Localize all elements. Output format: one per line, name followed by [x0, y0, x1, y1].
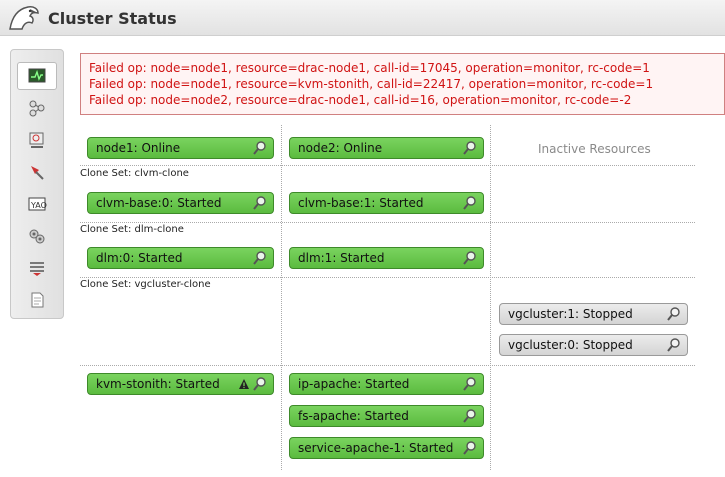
configuration-tool[interactable]	[17, 222, 57, 250]
magnifier-icon[interactable]	[666, 337, 682, 353]
resource-label: vgcluster:1: Stopped	[508, 307, 633, 321]
row-divider	[80, 222, 695, 223]
error-message: Failed op: node=node1, resource=kvm-ston…	[89, 77, 654, 91]
resource-dlm-1[interactable]: dlm:1: Started	[289, 247, 484, 269]
resource-label: fs-apache: Started	[298, 409, 409, 423]
column-divider	[490, 125, 491, 470]
document-tool[interactable]	[17, 286, 57, 314]
magnifier-icon[interactable]	[252, 195, 268, 211]
column-divider	[281, 125, 282, 470]
magnifier-icon[interactable]	[462, 195, 478, 211]
side-toolbar: YAO	[10, 49, 64, 319]
page-title: Cluster Status	[48, 9, 177, 28]
magnifier-icon[interactable]	[462, 250, 478, 266]
resource-label: kvm-stonith: Started	[96, 377, 220, 391]
magnifier-icon[interactable]	[252, 140, 268, 156]
error-message: Failed op: node=node2, resource=drac-nod…	[89, 93, 632, 107]
document-icon	[31, 292, 44, 308]
constraints-icon: YAO	[28, 197, 47, 211]
nodes-tool[interactable]	[17, 126, 57, 154]
magnifier-icon[interactable]	[462, 376, 478, 392]
row-divider	[80, 165, 695, 166]
resource-label: dlm:1: Started	[298, 251, 385, 265]
error-message: Failed op: node=node1, resource=drac-nod…	[89, 61, 650, 75]
history-tool[interactable]	[17, 254, 57, 282]
nodes-icon	[29, 132, 44, 148]
resource-label: vgcluster:0: Stopped	[508, 338, 633, 352]
resource-label: dlm:0: Started	[96, 251, 183, 265]
resource-vgcluster-1[interactable]: vgcluster:1: Stopped	[499, 303, 688, 325]
resource-label: clvm-base:1: Started	[298, 196, 424, 210]
graph-icon	[29, 100, 45, 117]
magnifier-icon[interactable]	[462, 140, 478, 156]
configuration-icon	[29, 229, 45, 244]
clone-set-label: Clone Set: clvm-clone	[80, 168, 189, 179]
resource-label: clvm-base:0: Started	[96, 196, 222, 210]
magnifier-icon[interactable]	[462, 440, 478, 456]
warning-icon	[239, 379, 249, 389]
graph-tool[interactable]	[17, 94, 57, 122]
node-label: node2: Online	[298, 141, 383, 155]
row-divider	[80, 277, 695, 278]
hawk-logo-icon	[9, 6, 39, 30]
app-header: Cluster Status	[0, 0, 725, 36]
clone-set-label: Clone Set: dlm-clone	[80, 224, 184, 235]
magnifier-icon[interactable]	[462, 408, 478, 424]
resources-tool[interactable]	[17, 158, 57, 186]
node-node2[interactable]: node2: Online	[289, 137, 484, 159]
svg-text:YAO: YAO	[30, 201, 47, 210]
error-panel: Failed op: node=node1, resource=drac-nod…	[80, 53, 725, 115]
resource-kvm-stonith[interactable]: kvm-stonith: Started	[87, 373, 274, 395]
node-node1[interactable]: node1: Online	[87, 137, 274, 159]
cluster-status-tool[interactable]	[17, 62, 57, 90]
magnifier-icon[interactable]	[252, 250, 268, 266]
resource-vgcluster-0[interactable]: vgcluster:0: Stopped	[499, 334, 688, 356]
resource-label: ip-apache: Started	[298, 377, 410, 391]
resource-label: service-apache-1: Started	[298, 441, 454, 455]
row-divider	[80, 365, 695, 366]
node-label: node1: Online	[96, 141, 181, 155]
magnifier-icon[interactable]	[252, 376, 268, 392]
resource-service-apache-1[interactable]: service-apache-1: Started	[289, 437, 484, 459]
resource-dlm-0[interactable]: dlm:0: Started	[87, 247, 274, 269]
magnifier-icon[interactable]	[666, 306, 682, 322]
inactive-resources-heading: Inactive Resources	[538, 142, 651, 156]
history-icon	[30, 262, 44, 276]
resource-fs-apache[interactable]: fs-apache: Started	[289, 405, 484, 427]
resources-icon	[31, 166, 44, 180]
resource-ip-apache[interactable]: ip-apache: Started	[289, 373, 484, 395]
cluster-status-icon	[28, 68, 46, 83]
constraints-tool[interactable]: YAO	[17, 190, 57, 218]
resource-clvm-base-1[interactable]: clvm-base:1: Started	[289, 192, 484, 214]
clone-set-label: Clone Set: vgcluster-clone	[80, 279, 211, 290]
resource-clvm-base-0[interactable]: clvm-base:0: Started	[87, 192, 274, 214]
